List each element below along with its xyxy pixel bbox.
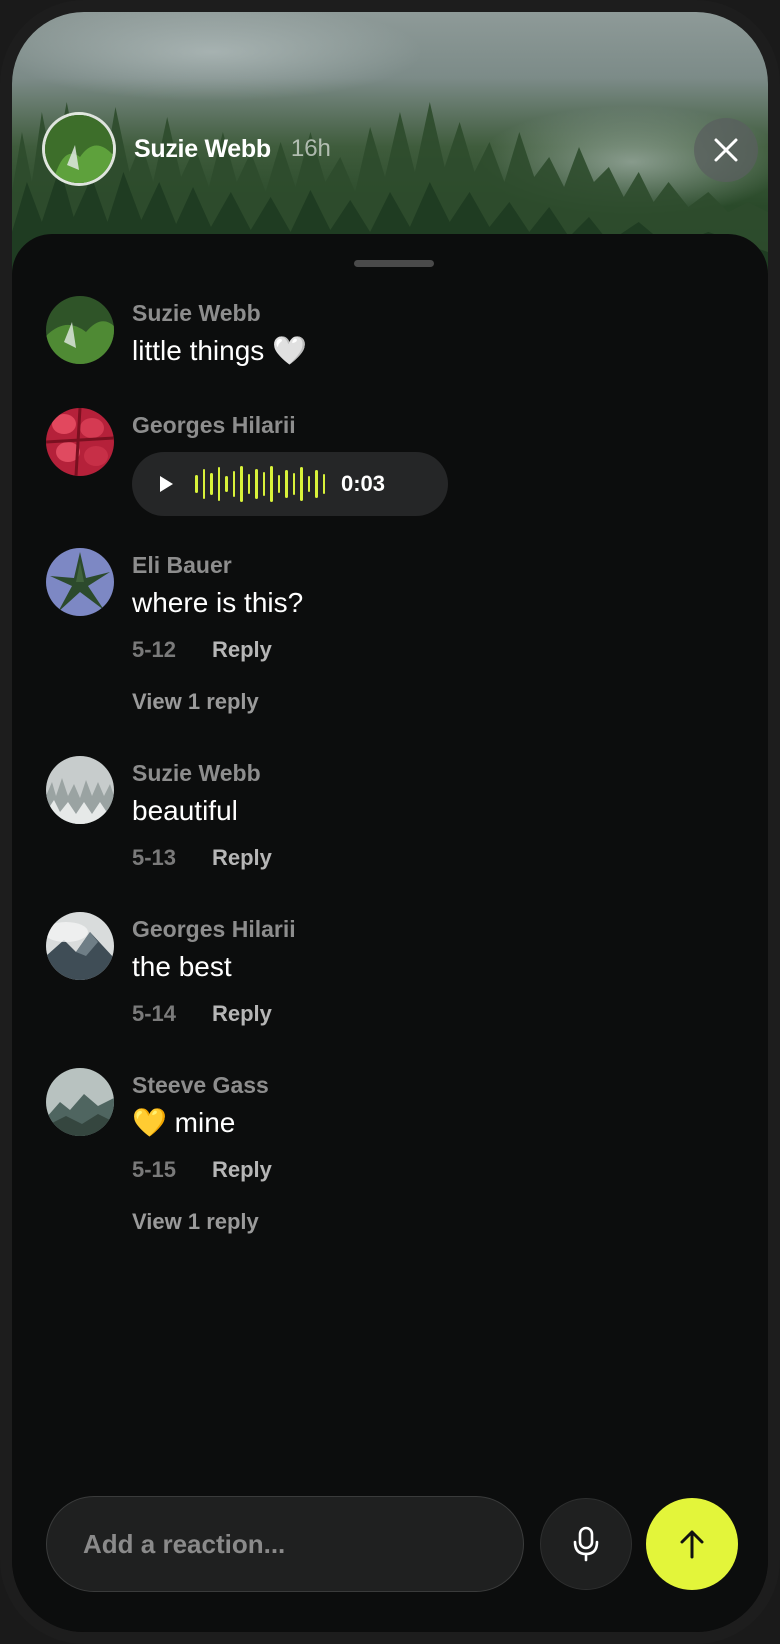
microphone-button[interactable] <box>540 1498 632 1590</box>
voice-duration: 0:03 <box>341 471 386 496</box>
reply-button[interactable]: Reply <box>212 637 272 663</box>
comment-author[interactable]: Suzie Webb <box>132 298 722 332</box>
close-button[interactable] <box>694 118 758 182</box>
close-icon <box>714 138 738 162</box>
comment-author[interactable]: Eli Bauer <box>132 550 722 584</box>
comment-meta: 5-12 Reply <box>132 632 722 668</box>
comment-text: where is this? <box>132 587 304 618</box>
reply-button[interactable]: Reply <box>212 1001 272 1027</box>
microphone-icon <box>573 1526 599 1562</box>
waveform <box>195 464 325 504</box>
avatar[interactable] <box>46 408 114 476</box>
comment-date: 5-13 <box>132 845 177 870</box>
reaction-composer <box>46 1496 738 1592</box>
comment-author[interactable]: Georges Hilarii <box>132 410 722 444</box>
story-header: Suzie Webb 16h <box>42 112 762 186</box>
comment-text: 💛 mine <box>132 1107 236 1138</box>
voice-message-player[interactable]: 0:03 <box>132 452 448 516</box>
reply-button[interactable]: Reply <box>212 1157 272 1183</box>
arrow-up-icon <box>680 1530 704 1559</box>
play-icon[interactable] <box>160 476 173 492</box>
avatar[interactable] <box>46 548 114 616</box>
reply-button[interactable]: Reply <box>212 845 272 871</box>
story-author-avatar[interactable] <box>42 112 116 186</box>
avatar[interactable] <box>46 756 114 824</box>
comment-author[interactable]: Georges Hilarii <box>132 914 722 948</box>
comment-meta: 5-14 Reply <box>132 996 722 1032</box>
phone-frame: Suzie Webb 16h Suzie Webb little things … <box>0 0 780 1644</box>
send-button[interactable] <box>646 1498 738 1590</box>
comment-date: 5-15 <box>132 1157 177 1182</box>
comment-text: beautiful <box>132 795 238 826</box>
reaction-input[interactable] <box>46 1496 524 1592</box>
comment-meta: 5-13 Reply <box>132 840 722 876</box>
avatar[interactable] <box>46 296 114 364</box>
comment-author[interactable]: Suzie Webb <box>132 758 722 792</box>
comment-text: little things 🤍 <box>132 335 307 366</box>
comment-date: 5-14 <box>132 1001 177 1026</box>
comment-date: 5-12 <box>132 637 177 662</box>
story-author-name[interactable]: Suzie Webb <box>134 135 271 164</box>
comment-text: the best <box>132 951 232 982</box>
avatar[interactable] <box>46 1068 114 1136</box>
sheet-drag-handle[interactable] <box>354 260 434 267</box>
avatar[interactable] <box>46 912 114 980</box>
view-replies-button[interactable]: View 1 reply <box>132 1204 722 1240</box>
view-replies-button[interactable]: View 1 reply <box>132 684 722 720</box>
story-timestamp: 16h <box>290 135 331 162</box>
comments-sheet: Suzie Webb little things 🤍 Georges Hilar… <box>12 234 768 1632</box>
comment-meta: 5-15 Reply <box>132 1152 722 1188</box>
comment-author[interactable]: Steeve Gass <box>132 1070 722 1104</box>
